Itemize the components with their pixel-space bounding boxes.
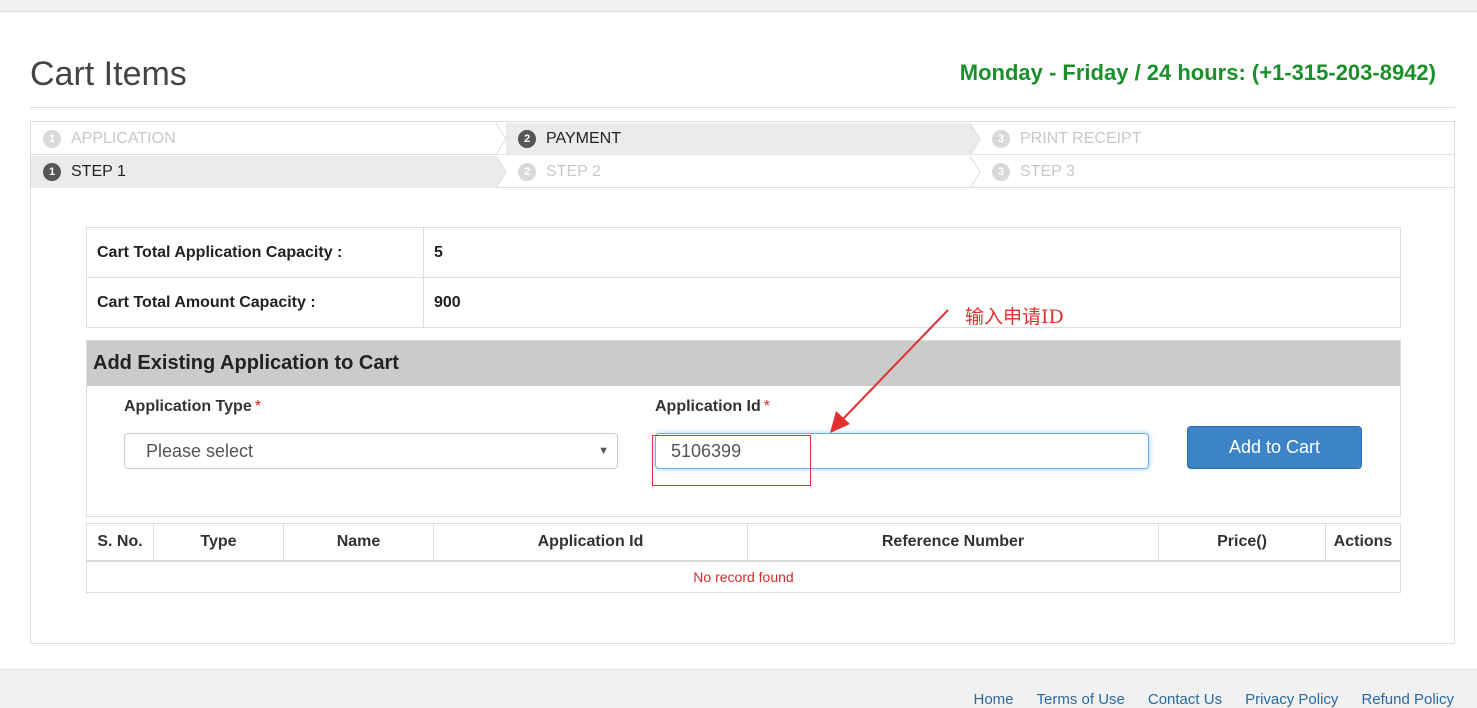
- footer-links: Home Terms of Use Contact Us Privacy Pol…: [974, 691, 1455, 708]
- application-capacity-label: Cart Total Application Capacity :: [86, 227, 424, 278]
- footer-link-privacy[interactable]: Privacy Policy: [1245, 691, 1338, 708]
- wizard-substep-3: 3 STEP 3: [980, 156, 1454, 188]
- divider: [30, 107, 1455, 108]
- application-type-select[interactable]: Please select ▼: [124, 433, 618, 469]
- step-number: 1: [43, 130, 61, 148]
- column-header: Reference Number: [747, 523, 1159, 562]
- column-header: Name: [283, 523, 434, 562]
- amount-capacity-value: 900: [423, 277, 1401, 328]
- label-text: Application Type: [124, 398, 252, 415]
- support-hours: Monday - Friday / 24 hours: (+1-315-203-…: [959, 60, 1436, 85]
- footer-link-home[interactable]: Home: [974, 691, 1014, 708]
- table-row: Cart Total Amount Capacity : 900: [86, 277, 1401, 328]
- caret-down-icon: ▼: [598, 445, 609, 457]
- step-label: PAYMENT: [546, 130, 621, 147]
- wizard-step-application: 1 APPLICATION: [31, 123, 507, 155]
- wizard-substep-2: 2 STEP 2: [506, 156, 981, 188]
- required-mark: *: [254, 398, 261, 415]
- capacity-table: Cart Total Application Capacity : 5 Cart…: [86, 227, 1401, 328]
- application-id-label: Application Id *: [655, 398, 770, 416]
- step-number: 2: [518, 130, 536, 148]
- column-header: Actions: [1325, 523, 1401, 562]
- add-to-cart-button[interactable]: Add to Cart: [1187, 426, 1362, 469]
- step-number: 1: [43, 163, 61, 181]
- select-value: Please select: [146, 441, 254, 461]
- table-header-row: S. No. Type Name Application Id Referenc…: [86, 523, 1401, 562]
- application-capacity-value: 5: [423, 227, 1401, 278]
- step-number: 3: [992, 130, 1010, 148]
- footer: Home Terms of Use Contact Us Privacy Pol…: [0, 669, 1477, 708]
- table-row: No record found: [86, 560, 1401, 593]
- step-label: STEP 2: [546, 163, 601, 180]
- wizard-step-payment: 2 PAYMENT: [506, 123, 981, 155]
- footer-link-refund[interactable]: Refund Policy: [1361, 691, 1454, 708]
- column-header: Price(): [1158, 523, 1326, 562]
- footer-link-contact[interactable]: Contact Us: [1148, 691, 1222, 708]
- page-title: Cart Items: [30, 55, 187, 93]
- add-application-heading: Add Existing Application to Cart: [87, 341, 1400, 386]
- annotation-highlight-box: [652, 435, 811, 486]
- table-row: Cart Total Application Capacity : 5: [86, 227, 1401, 278]
- amount-capacity-label: Cart Total Amount Capacity :: [86, 277, 424, 328]
- required-mark: *: [763, 398, 771, 415]
- column-header: Type: [153, 523, 284, 562]
- empty-message: No record found: [86, 560, 1401, 593]
- top-bar: [0, 0, 1477, 12]
- step-label: STEP 1: [71, 163, 126, 180]
- step-label: PRINT RECEIPT: [1020, 130, 1142, 147]
- annotation-text: 输入申请ID: [965, 306, 1064, 328]
- column-header: S. No.: [86, 523, 154, 562]
- wizard-step-print-receipt: 3 PRINT RECEIPT: [980, 123, 1454, 155]
- step-number: 2: [518, 163, 536, 181]
- label-text: Application Id: [655, 398, 761, 415]
- wizard-sub-steps: 1 STEP 1 2 STEP 2 3 STEP 3: [31, 156, 1454, 188]
- add-application-panel: Add Existing Application to Cart Applica…: [86, 340, 1401, 517]
- step-label: APPLICATION: [71, 130, 176, 147]
- wizard-main-steps: 1 APPLICATION 2 PAYMENT 3 PRINT RECEIPT: [31, 123, 1454, 155]
- footer-link-terms[interactable]: Terms of Use: [1037, 691, 1125, 708]
- cart-items-table: S. No. Type Name Application Id Referenc…: [86, 523, 1401, 593]
- application-type-label: Application Type *: [124, 398, 261, 416]
- step-label: STEP 3: [1020, 163, 1075, 180]
- wizard-substep-1: 1 STEP 1: [31, 156, 507, 188]
- cart-panel: 1 APPLICATION 2 PAYMENT 3 PRINT RECEIPT …: [30, 121, 1455, 644]
- column-header: Application Id: [433, 523, 748, 562]
- step-number: 3: [992, 163, 1010, 181]
